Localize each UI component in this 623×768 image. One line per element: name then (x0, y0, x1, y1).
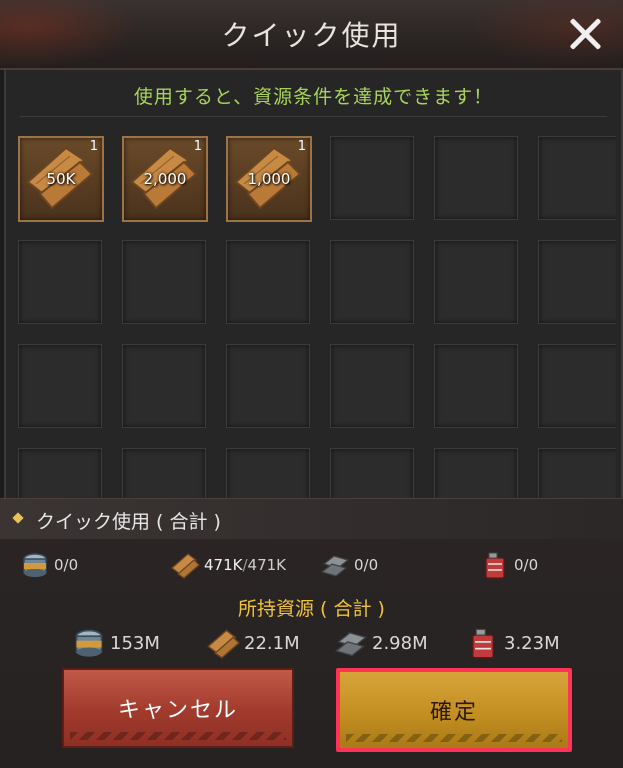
empty-slot (226, 344, 310, 428)
empty-slot (538, 136, 616, 220)
owned-food: 153M (72, 626, 160, 660)
summary-resource-row: 0/0 471K/471K 0/0 0/0 (0, 546, 623, 586)
food-can-icon (23, 553, 47, 577)
owned-resource-row: 153M 22.1M 2.98M 3.23M (0, 624, 623, 664)
empty-slot (330, 448, 414, 498)
empty-slot (226, 240, 310, 324)
summary-wood-required: 471K (247, 556, 286, 574)
wood-plank-icon (171, 553, 200, 579)
empty-slot (538, 240, 616, 324)
window-title: クイック使用 (221, 19, 402, 52)
empty-slot (434, 344, 518, 428)
summary-wood: 471K/471K (170, 550, 286, 580)
empty-slot (538, 344, 616, 428)
oil-can-icon (485, 552, 505, 579)
summary-steel-value: 0/0 (354, 556, 379, 574)
empty-slot (434, 136, 518, 220)
owned-oil: 3.23M (466, 626, 560, 660)
summary-header-label: クイック使用 ( 合計 ) (36, 511, 221, 533)
owned-steel-value: 2.98M (372, 632, 428, 654)
owned-wood: 22.1M (206, 626, 300, 660)
empty-slot (434, 240, 518, 324)
button-stripes (346, 734, 562, 742)
owned-food-value: 153M (110, 632, 160, 654)
owned-oil-value: 3.23M (504, 632, 560, 654)
summary-steel: 0/0 (320, 550, 378, 580)
empty-slot (18, 344, 102, 428)
empty-slot (538, 448, 616, 498)
item-amount: 50K (46, 170, 76, 188)
owned-resources-title: 所持資源 ( 合計 ) (238, 598, 385, 620)
summary-oil: 0/0 (480, 550, 538, 580)
divider (20, 116, 607, 117)
summary-oil-value: 0/0 (514, 556, 539, 574)
cancel-button-label: キャンセル (117, 698, 238, 723)
item-count: 1 (89, 139, 98, 154)
empty-slot (18, 240, 102, 324)
footer-panel: クイック使用 ( 合計 ) 0/0 471K/471K 0/0 0/0 所持資源… (0, 498, 623, 768)
wood-plank-icon (207, 629, 240, 659)
notice-text: 使用すると、資源条件を達成できます！ (133, 86, 494, 108)
steel-ingot-icon (320, 555, 350, 577)
cancel-button[interactable]: キャンセル (62, 668, 294, 748)
item-panel: 使用すると、資源条件を達成できます！ 1 50K 1 2,000 1 1,000 (4, 70, 623, 498)
empty-slot (434, 448, 518, 498)
summary-wood-used: 471K (204, 556, 243, 574)
item-slot-wood-3[interactable]: 1 1,000 (226, 136, 312, 222)
item-slot-wood-2[interactable]: 1 2,000 (122, 136, 208, 222)
steel-ingot-icon (334, 632, 368, 657)
empty-slot (18, 448, 102, 498)
oil-can-icon (472, 628, 494, 659)
button-stripes (70, 732, 286, 740)
food-can-icon (75, 629, 103, 657)
confirm-button-label: 確定 (429, 700, 478, 725)
owned-wood-value: 22.1M (244, 632, 300, 654)
empty-slot (122, 448, 206, 498)
empty-slot (330, 240, 414, 324)
item-slot-wood-1[interactable]: 1 50K (18, 136, 104, 222)
item-grid: 1 50K 1 2,000 1 1,000 (16, 134, 616, 498)
empty-slot (330, 344, 414, 428)
item-amount: 1,000 (247, 170, 291, 188)
empty-slot (122, 240, 206, 324)
item-amount: 2,000 (143, 170, 187, 188)
summary-food-value: 0/0 (54, 556, 79, 574)
item-count: 1 (297, 139, 306, 154)
title-bar: クイック使用 (0, 0, 623, 70)
item-count: 1 (193, 139, 202, 154)
confirm-button[interactable]: 確定 (336, 668, 572, 752)
summary-food: 0/0 (20, 550, 78, 580)
summary-header: クイック使用 ( 合計 ) (0, 498, 623, 539)
empty-slot (122, 344, 206, 428)
empty-slot (330, 136, 414, 220)
diamond-icon (12, 512, 24, 524)
empty-slot (226, 448, 310, 498)
close-icon[interactable] (565, 14, 605, 54)
owned-steel: 2.98M (334, 626, 428, 660)
